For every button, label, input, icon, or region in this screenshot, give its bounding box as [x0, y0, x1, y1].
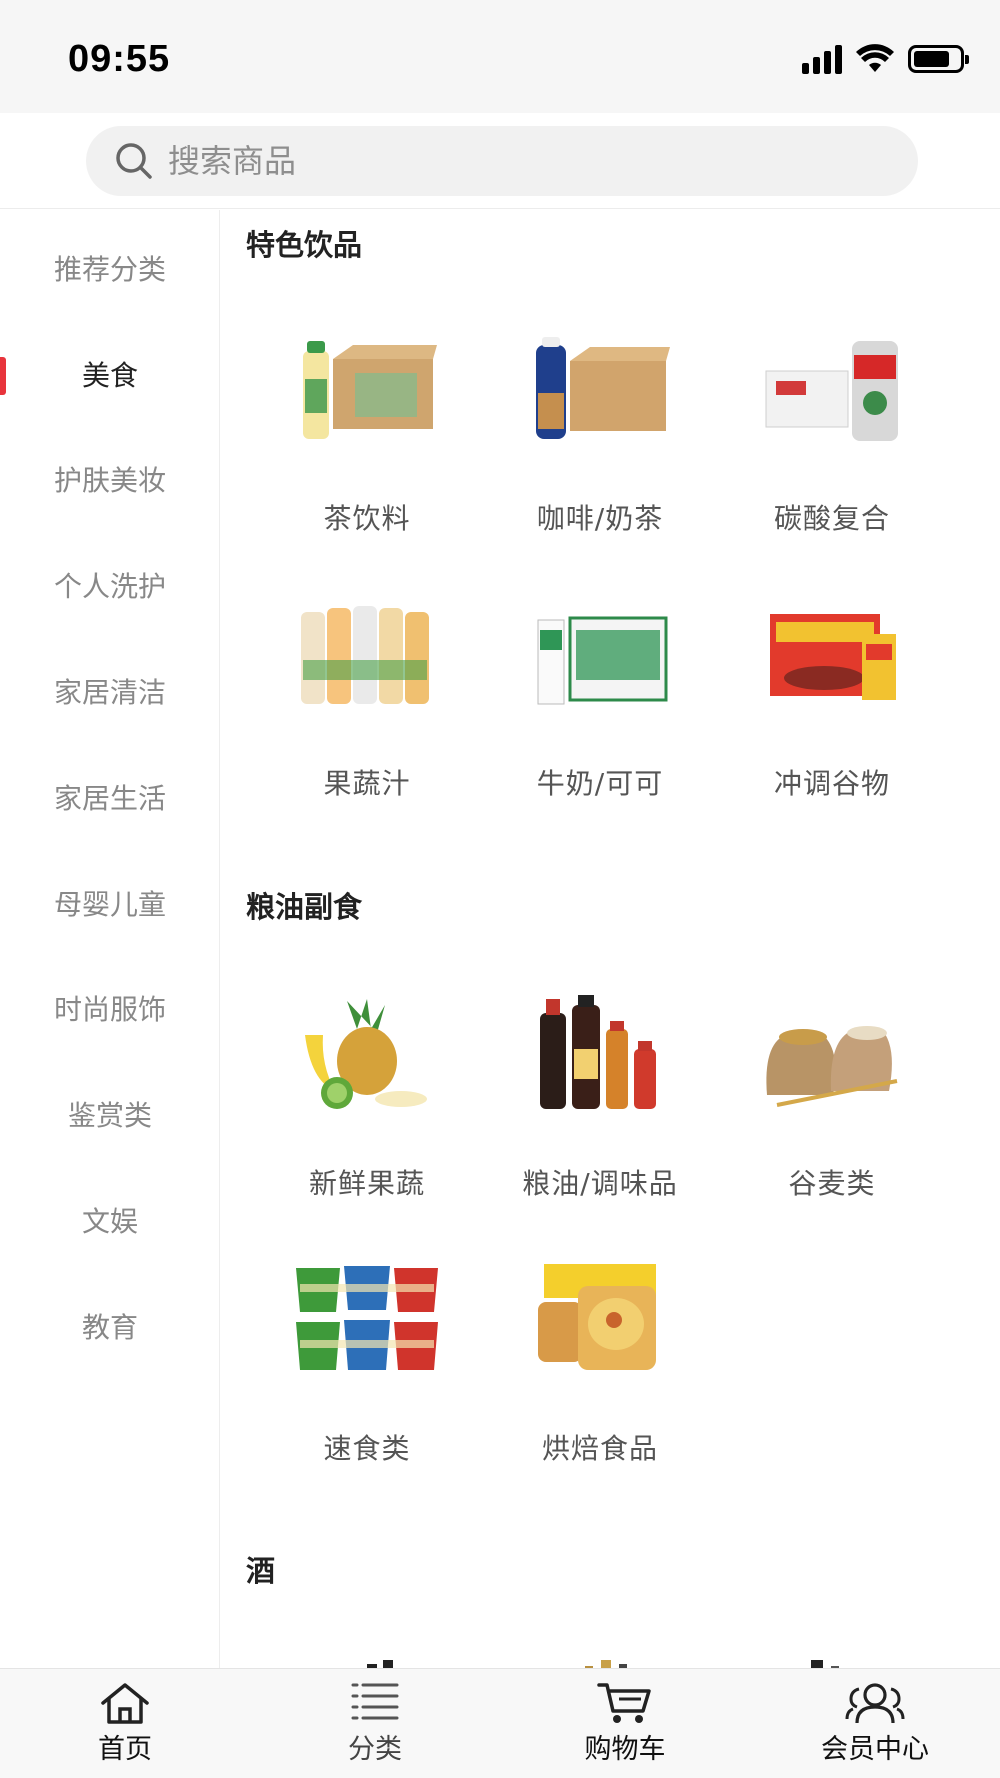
sidebar-item-education[interactable]: 教育 — [0, 1298, 220, 1358]
product-tile-bakery[interactable]: 烘焙食品 — [485, 1255, 715, 1467]
bottle-image — [361, 1658, 401, 1668]
product-tile-juice[interactable]: 果蔬汁 — [252, 590, 482, 802]
product-tile-carbonated[interactable]: 碳酸复合 — [717, 325, 947, 537]
product-label: 果蔬汁 — [323, 767, 411, 800]
product-label: 牛奶/可可 — [536, 767, 664, 800]
product-label: 速食类 — [323, 1432, 411, 1465]
section-title-alcohol: 酒 — [246, 1554, 276, 1588]
wifi-icon — [856, 44, 894, 72]
sidebar-item-food[interactable]: 美食 — [0, 346, 220, 406]
product-tile-coffee-milk-tea[interactable]: 咖啡/奶茶 — [485, 325, 715, 537]
grain-image — [757, 990, 907, 1120]
product-label: 咖啡/奶茶 — [536, 502, 664, 535]
cart-icon — [597, 1683, 651, 1723]
product-label: 冲调谷物 — [773, 767, 890, 800]
fruit-juice-image — [292, 590, 442, 720]
product-label: 碳酸复合 — [773, 502, 890, 535]
sidebar-item-personal-care[interactable]: 个人洗护 — [0, 557, 220, 617]
home-icon — [101, 1683, 149, 1724]
section-title-drinks: 特色饮品 — [246, 228, 363, 262]
product-label: 谷麦类 — [788, 1167, 876, 1200]
product-label: 烘焙食品 — [541, 1432, 658, 1465]
tab-label: 首页 — [98, 1734, 152, 1765]
cereal-image — [757, 590, 907, 720]
category-content: 特色饮品 茶饮料 咖啡/奶茶 碳酸复合 果蔬汁 牛奶/可可 冲调谷物 粮油副食 … — [221, 210, 1000, 1668]
tab-label: 分类 — [348, 1734, 402, 1765]
section-title-grain-oil: 粮油副食 — [246, 890, 363, 924]
product-label: 茶饮料 — [323, 502, 411, 535]
tab-category[interactable]: 分类 — [250, 1669, 500, 1778]
instant-noodle-image — [292, 1255, 442, 1385]
category-sidebar: 推荐分类 美食 护肤美妆 个人洗护 家居清洁 家居生活 母婴儿童 时尚服饰 鉴赏… — [0, 210, 220, 1668]
bottom-tab-bar: 首页 分类 购物车 会员中心 — [0, 1668, 1000, 1778]
fresh-fruit-image — [292, 990, 442, 1120]
search-input[interactable] — [168, 142, 768, 180]
bottle-image — [579, 1658, 639, 1668]
member-icon — [845, 1683, 905, 1724]
battery-icon — [908, 45, 969, 73]
condiments-image — [525, 990, 675, 1120]
sidebar-item-fashion[interactable]: 时尚服饰 — [0, 980, 220, 1040]
product-tile-grain[interactable]: 谷麦类 — [717, 990, 947, 1202]
milk-cocoa-image — [525, 590, 675, 720]
coffee-milk-tea-image — [525, 325, 675, 455]
product-tile-tea[interactable]: 茶饮料 — [252, 325, 482, 537]
sidebar-item-skincare[interactable]: 护肤美妆 — [0, 451, 220, 511]
sidebar-item-home-cleaning[interactable]: 家居清洁 — [0, 663, 220, 723]
tab-label: 会员中心 — [821, 1734, 929, 1765]
carbonated-drink-image — [757, 325, 907, 455]
tab-label: 购物车 — [584, 1734, 666, 1765]
product-tile-instant-food[interactable]: 速食类 — [252, 1255, 482, 1467]
search-bar — [0, 113, 1000, 209]
status-icons — [802, 44, 969, 74]
search-icon — [116, 143, 152, 179]
product-tile-fresh-fruit[interactable]: 新鲜果蔬 — [252, 990, 482, 1202]
sidebar-item-appreciation[interactable]: 鉴赏类 — [0, 1086, 220, 1146]
tab-member-center[interactable]: 会员中心 — [750, 1669, 1000, 1778]
signal-icon — [802, 44, 842, 74]
sidebar-item-mother-baby[interactable]: 母婴儿童 — [0, 875, 220, 935]
tea-drink-image — [292, 325, 442, 455]
bottle-image — [787, 1658, 847, 1668]
sidebar-item-entertainment[interactable]: 文娱 — [0, 1192, 220, 1252]
product-tile-cereal[interactable]: 冲调谷物 — [717, 590, 947, 802]
bakery-image — [525, 1255, 675, 1385]
sidebar-item-home-living[interactable]: 家居生活 — [0, 769, 220, 829]
product-tile-condiments[interactable]: 粮油/调味品 — [485, 990, 715, 1202]
product-label: 粮油/调味品 — [522, 1167, 678, 1200]
product-tile-milk[interactable]: 牛奶/可可 — [485, 590, 715, 802]
search-box[interactable] — [86, 126, 918, 196]
tab-cart[interactable]: 购物车 — [500, 1669, 750, 1778]
list-icon — [351, 1683, 399, 1720]
status-time: 09:55 — [68, 38, 171, 80]
tab-home[interactable]: 首页 — [0, 1669, 250, 1778]
sidebar-item-recommended[interactable]: 推荐分类 — [0, 240, 220, 300]
product-label: 新鲜果蔬 — [308, 1167, 425, 1200]
status-bar: 09:55 — [0, 0, 1000, 113]
